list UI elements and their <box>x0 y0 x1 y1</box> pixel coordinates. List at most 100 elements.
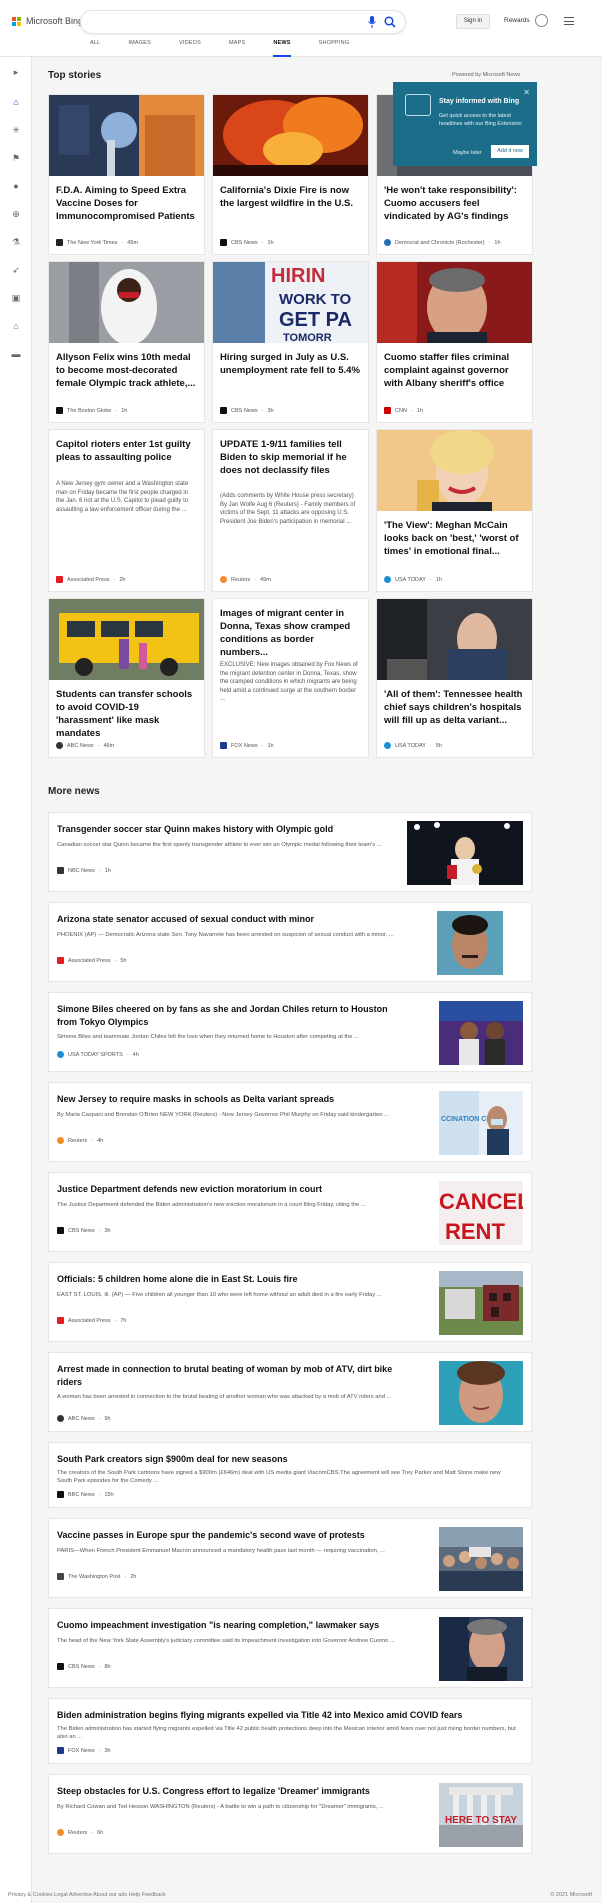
news-title[interactable]: Arrest made in connection to brutal beat… <box>57 1363 397 1388</box>
story-title[interactable]: F.D.A. Aiming to Speed Extra Vaccine Dos… <box>56 184 197 223</box>
story-provider: Associated Press · 2h <box>56 576 125 583</box>
news-title[interactable]: Simone Biles cheered on by fans as she a… <box>57 1003 397 1028</box>
popup-title: Stay informed with Bing <box>439 98 520 105</box>
provider-logo-icon <box>384 742 391 749</box>
story-title[interactable]: UPDATE 1-9/11 families tell Biden to ski… <box>220 438 361 477</box>
story-title[interactable]: Hiring surged in July as U.S. unemployme… <box>220 351 361 377</box>
news-provider: USA TODAY SPORTS · 4h <box>57 1051 139 1058</box>
story-title[interactable]: Images of migrant center in Donna, Texas… <box>220 607 361 659</box>
close-icon[interactable]: ✕ <box>523 88 530 97</box>
tab-images[interactable]: IMAGES <box>128 40 151 57</box>
news-item[interactable]: Steep obstacles for U.S. Congress effort… <box>48 1774 532 1854</box>
news-item[interactable]: Biden administration begins flying migra… <box>48 1698 532 1764</box>
provider-logo-icon <box>57 1227 64 1234</box>
tab-news[interactable]: NEWS <box>273 40 291 57</box>
news-item[interactable]: Officials: 5 children home alone die in … <box>48 1262 532 1342</box>
maybe-later-button[interactable]: Maybe later <box>453 150 482 156</box>
expand-icon[interactable]: ▸ <box>11 67 21 77</box>
story-provider: CBS News · 1h <box>220 239 274 246</box>
footer: Privacy & Cookies Legal Advertise About … <box>0 1888 602 1903</box>
search-input[interactable] <box>80 10 406 34</box>
add-it-now-button[interactable]: Add it now <box>491 145 529 158</box>
story-card[interactable]: F.D.A. Aiming to Speed Extra Vaccine Dos… <box>48 94 205 255</box>
news-item[interactable]: Justice Department defends new eviction … <box>48 1172 532 1252</box>
technology-icon[interactable]: ⚗ <box>11 237 21 247</box>
news-item[interactable]: Arrest made in connection to brutal beat… <box>48 1352 532 1432</box>
story-title[interactable]: 'He won't take responsibility': Cuomo ac… <box>384 184 525 223</box>
rewards-trophy-icon[interactable] <box>535 14 548 27</box>
rewards-link[interactable]: Rewards <box>504 17 530 24</box>
provider-logo-icon <box>384 407 391 414</box>
story-image <box>377 430 532 511</box>
news-item[interactable]: Simone Biles cheered on by fans as she a… <box>48 992 532 1072</box>
news-snippet: By Maria Caspani and Brendan O'Brien NEW… <box>57 1112 389 1118</box>
story-card[interactable]: Cuomo staffer files criminal complaint a… <box>376 261 533 423</box>
news-title[interactable]: Justice Department defends new eviction … <box>57 1183 397 1196</box>
news-item[interactable]: New Jersey to require masks in schools a… <box>48 1082 532 1162</box>
news-title[interactable]: Steep obstacles for U.S. Congress effort… <box>57 1785 397 1798</box>
news-title[interactable]: Vaccine passes in Europe spur the pandem… <box>57 1529 397 1542</box>
news-item[interactable]: Transgender soccer star Quinn makes hist… <box>48 812 532 892</box>
story-card[interactable]: Allyson Felix wins 10th medal to become … <box>48 261 205 423</box>
story-card[interactable]: Images of migrant center in Donna, Texas… <box>212 598 369 758</box>
news-item[interactable]: Arizona state senator accused of sexual … <box>48 902 532 982</box>
tab-shopping[interactable]: SHOPPING <box>319 40 350 57</box>
microphone-icon[interactable] <box>367 16 377 28</box>
cancel-rent-sign-text: RENT <box>445 1219 505 1244</box>
search-icon[interactable] <box>384 16 396 28</box>
news-title[interactable]: Officials: 5 children home alone die in … <box>57 1273 397 1286</box>
money-icon[interactable]: ▬ <box>11 349 21 359</box>
powered-by-label: Powered by Microsoft News <box>452 72 521 78</box>
news-title[interactable]: South Park creators sign $900m deal for … <box>57 1453 517 1466</box>
footer-links[interactable]: Privacy & Cookies Legal Advertise About … <box>8 1892 166 1898</box>
story-provider: ABC News · 46m <box>56 742 114 749</box>
tab-all[interactable]: ALL <box>90 40 100 57</box>
story-title[interactable]: Students can transfer schools to avoid C… <box>56 688 197 740</box>
story-card[interactable]: California's Dixie Fire is now the large… <box>212 94 369 255</box>
news-snippet: Simone Biles and teammate Jordan Chiles … <box>57 1034 359 1040</box>
story-provider: CNN · 1h <box>384 407 423 414</box>
tab-maps[interactable]: MAPS <box>229 40 245 57</box>
bing-logo[interactable]: Microsoft Bing <box>12 16 83 26</box>
story-title[interactable]: 'The View': Meghan McCain looks back on … <box>384 519 525 558</box>
story-title[interactable]: 'All of them': Tennessee health chief sa… <box>384 688 525 727</box>
provider-logo-icon <box>57 1491 64 1498</box>
news-provider: The Washington Post · 2h <box>57 1573 136 1580</box>
provider-logo-icon <box>384 576 391 583</box>
location-icon[interactable]: ● <box>11 181 21 191</box>
news-item[interactable]: Vaccine passes in Europe spur the pandem… <box>48 1518 532 1598</box>
rocket-icon[interactable]: ➶ <box>11 265 21 275</box>
story-card[interactable]: 'All of them': Tennessee health chief sa… <box>376 598 533 758</box>
story-title[interactable]: Capitol rioters enter 1st guilty pleas t… <box>56 438 197 464</box>
news-item[interactable]: South Park creators sign $900m deal for … <box>48 1442 532 1508</box>
provider-logo-icon <box>56 239 63 246</box>
story-title[interactable]: Cuomo staffer files criminal complaint a… <box>384 351 525 390</box>
story-card[interactable]: Capitol rioters enter 1st guilty pleas t… <box>48 429 205 592</box>
home-icon[interactable]: ⌂ <box>11 97 21 107</box>
provider-logo-icon <box>220 742 227 749</box>
story-title[interactable]: California's Dixie Fire is now the large… <box>220 184 361 210</box>
news-title[interactable]: Transgender soccer star Quinn makes hist… <box>57 823 397 836</box>
entertainment-icon[interactable]: ▣ <box>11 293 21 303</box>
story-title[interactable]: Allyson Felix wins 10th medal to become … <box>56 351 197 390</box>
story-card[interactable]: HIRIN WORK TO GET PA TOMORR Hiring surged i… <box>212 261 369 423</box>
world-icon[interactable]: ⊕ <box>11 209 21 219</box>
provider-logo-icon <box>57 867 64 874</box>
politics-icon[interactable]: ⌂ <box>11 321 21 331</box>
hamburger-menu-icon[interactable] <box>564 17 574 25</box>
news-title[interactable]: Biden administration begins flying migra… <box>57 1709 517 1722</box>
news-provider: CBS News · 3h <box>57 1227 111 1234</box>
tab-videos[interactable]: VIDEOS <box>179 40 201 57</box>
story-card[interactable]: UPDATE 1-9/11 families tell Biden to ski… <box>212 429 369 592</box>
news-title[interactable]: Arizona state senator accused of sexual … <box>57 913 397 926</box>
news-thumbnail <box>437 911 503 975</box>
story-card[interactable]: Students can transfer schools to avoid C… <box>48 598 205 758</box>
news-title[interactable]: New Jersey to require masks in schools a… <box>57 1093 397 1106</box>
news-title[interactable]: Cuomo impeachment investigation "is near… <box>57 1619 397 1632</box>
sign-in-button[interactable]: Sign in <box>456 14 490 29</box>
story-card[interactable]: 'The View': Meghan McCain looks back on … <box>376 429 533 592</box>
flag-icon[interactable]: ⚑ <box>11 153 21 163</box>
news-thumbnail <box>407 821 523 885</box>
news-item[interactable]: Cuomo impeachment investigation "is near… <box>48 1608 532 1688</box>
science-icon[interactable]: ✳ <box>11 125 21 135</box>
